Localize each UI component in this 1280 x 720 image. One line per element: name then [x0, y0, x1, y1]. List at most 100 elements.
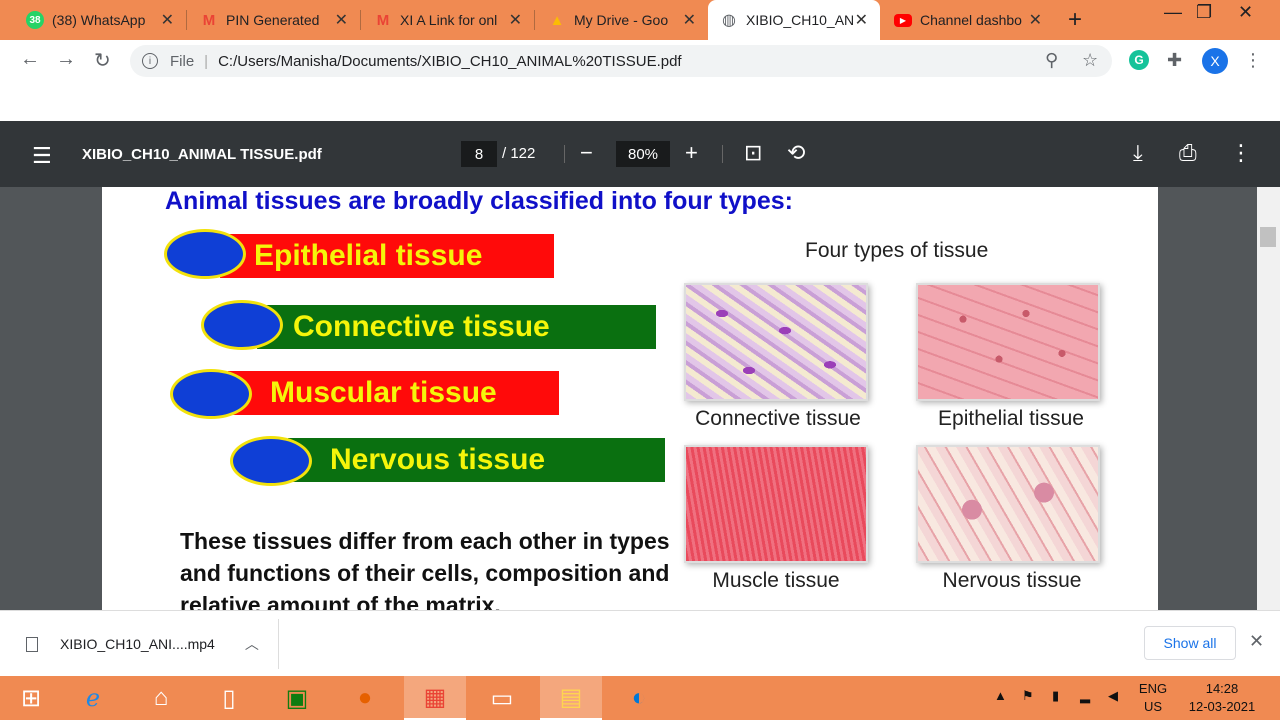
- tray-app-icon[interactable]: ⚑: [1022, 688, 1034, 704]
- browser-toolbar: ← → ↻ i File | C:/Users/Manisha/Document…: [0, 40, 1280, 82]
- band-label: Epithelial tissue: [254, 239, 483, 272]
- close-icon[interactable]: ✕: [1249, 631, 1264, 652]
- forward-icon[interactable]: →: [56, 48, 76, 71]
- zoom-level-input[interactable]: 80%: [616, 141, 670, 167]
- chrome-app-icon[interactable]: ▦: [404, 676, 466, 720]
- tab-separator: [360, 10, 361, 30]
- language-indicator[interactable]: ENG US: [1137, 680, 1169, 716]
- download-filename: XIBIO_CH10_ANI....mp4: [60, 636, 215, 652]
- bullet-oval: [201, 300, 283, 350]
- volume-icon[interactable]: ◀: [1108, 688, 1118, 704]
- more-options-icon[interactable]: ⋮: [1230, 140, 1252, 166]
- address-bar[interactable]: i File | C:/Users/Manisha/Documents/XIBI…: [130, 45, 1112, 77]
- epithelial-tissue-image: [916, 283, 1100, 401]
- close-icon[interactable]: ✕: [855, 10, 868, 30]
- nervous-tissue-image: [916, 445, 1100, 563]
- tab-separator: [186, 10, 187, 30]
- scrollbar[interactable]: [1257, 187, 1280, 610]
- zoom-out-icon[interactable]: −: [580, 140, 593, 166]
- document-icon[interactable]: ▯: [204, 676, 254, 720]
- drive-icon: ▲: [549, 11, 565, 29]
- close-icon[interactable]: ✕: [161, 10, 174, 30]
- download-item[interactable]: XIBIO_CH10_ANI....mp4 ︿: [26, 634, 259, 654]
- profile-avatar[interactable]: X: [1202, 48, 1228, 74]
- menu-kebab-icon[interactable]: ⋮: [1244, 50, 1262, 71]
- info-icon[interactable]: i: [142, 53, 158, 69]
- internet-explorer-icon[interactable]: ℯ: [68, 676, 118, 720]
- tab-xi-a-link[interactable]: M XI A Link for onl ✕: [362, 0, 534, 40]
- tab-title: XIBIO_CH10_AN: [746, 12, 855, 28]
- system-clock[interactable]: 14:28 12-03-2021: [1180, 680, 1264, 716]
- taskbar: ⊞ ℯ ⌂ ▯ ▣ ● ▦ ▭ ▤ ◐ ▲ ⚑ ▮ ▂ ◀ ENG US 14:…: [0, 676, 1280, 720]
- network-icon[interactable]: ▂: [1080, 688, 1090, 704]
- close-icon[interactable]: ✕: [509, 10, 522, 30]
- new-tab-button[interactable]: +: [1068, 6, 1082, 34]
- bullet-oval: [164, 229, 246, 279]
- scrollbar-thumb[interactable]: [1260, 227, 1276, 247]
- tab-title: Channel dashbo: [920, 12, 1022, 28]
- home-icon[interactable]: ⌂: [136, 676, 186, 720]
- tab-pin-generated[interactable]: M PIN Generated ✕: [188, 0, 360, 40]
- youtube-icon: ▶: [894, 13, 912, 27]
- language-code: ENG: [1138, 681, 1168, 696]
- description-paragraph: These tissues differ from each other in …: [180, 528, 670, 610]
- minimize-icon[interactable]: —: [1164, 2, 1182, 23]
- tab-title: (38) WhatsApp: [52, 12, 146, 28]
- divider: [564, 145, 565, 163]
- clock-date: 12-03-2021: [1188, 699, 1256, 714]
- fit-page-icon[interactable]: ⊡: [744, 140, 762, 166]
- maximize-icon[interactable]: ❐: [1196, 2, 1212, 23]
- page-number-input[interactable]: 8: [461, 141, 497, 167]
- band-label: Connective tissue: [293, 310, 550, 343]
- tab-strip: 38 (38) WhatsApp ✕ M PIN Generated ✕ M X…: [0, 0, 1280, 40]
- close-icon[interactable]: ✕: [683, 10, 696, 30]
- clock-time: 14:28: [1205, 681, 1239, 696]
- firefox-icon[interactable]: ●: [340, 676, 390, 720]
- tab-title: XI A Link for onl: [400, 12, 498, 28]
- chevron-up-icon[interactable]: ▲: [994, 688, 1007, 703]
- reload-icon[interactable]: ↻: [94, 48, 111, 73]
- tab-title: My Drive - Goo: [574, 12, 669, 28]
- chevron-up-icon[interactable]: ︿: [245, 634, 259, 654]
- caption-epithelial: Epithelial tissue: [938, 407, 1084, 430]
- bookmark-star-icon[interactable]: ☆: [1082, 50, 1098, 71]
- tab-whatsapp[interactable]: 38 (38) WhatsApp ✕: [14, 0, 186, 40]
- back-icon[interactable]: ←: [20, 48, 40, 71]
- hamburger-menu-icon[interactable]: ☰: [32, 143, 52, 169]
- battery-icon[interactable]: ▮: [1052, 688, 1059, 704]
- extensions-icon[interactable]: ✚: [1167, 50, 1182, 71]
- show-all-button[interactable]: Show all: [1144, 626, 1236, 660]
- bullet-oval: [230, 436, 312, 486]
- close-icon[interactable]: ✕: [1029, 10, 1042, 30]
- caption-connective: Connective tissue: [695, 407, 861, 430]
- file-explorer-icon[interactable]: ▤: [540, 676, 602, 720]
- slide-heading: Animal tissues are broadly classified in…: [165, 187, 793, 215]
- download-shelf: XIBIO_CH10_ANI....mp4 ︿ Show all ✕: [0, 610, 1280, 676]
- grammarly-icon[interactable]: G: [1129, 50, 1149, 70]
- bullet-oval: [170, 369, 252, 419]
- tab-channel-dashboard[interactable]: ▶ Channel dashbo ✕: [882, 0, 1054, 40]
- band-muscular: Muscular tissue: [228, 371, 559, 415]
- monitor-app-icon[interactable]: ▭: [474, 676, 530, 720]
- band-nervous: Nervous tissue: [288, 438, 665, 482]
- rotate-icon[interactable]: ⟲: [787, 140, 805, 166]
- caption-nervous: Nervous tissue: [942, 569, 1082, 592]
- divider: |: [204, 52, 209, 70]
- tab-pdf-active[interactable]: ◍ XIBIO_CH10_AN ✕: [708, 0, 880, 40]
- zoom-in-icon[interactable]: +: [685, 140, 698, 166]
- tab-my-drive[interactable]: ▲ My Drive - Goo ✕: [536, 0, 708, 40]
- url-text: C:/Users/Manisha/Documents/XIBIO_CH10_AN…: [218, 52, 682, 70]
- windows-start-icon[interactable]: ⊞: [6, 676, 56, 720]
- page-total: / 122: [502, 145, 536, 162]
- globe-icon: ◍: [722, 12, 736, 29]
- edge-icon[interactable]: ◐: [614, 676, 664, 720]
- connective-tissue-image: [684, 283, 868, 401]
- window-close-icon[interactable]: ✕: [1238, 2, 1253, 23]
- store-icon[interactable]: ▣: [272, 676, 322, 720]
- scheme-label: File: [170, 52, 195, 70]
- gmail-icon: M: [376, 11, 390, 29]
- close-icon[interactable]: ✕: [335, 10, 348, 30]
- download-icon[interactable]: ⤓: [1133, 140, 1143, 166]
- zoom-icon[interactable]: ⚲: [1045, 50, 1058, 71]
- print-icon[interactable]: ⎙: [1179, 140, 1197, 166]
